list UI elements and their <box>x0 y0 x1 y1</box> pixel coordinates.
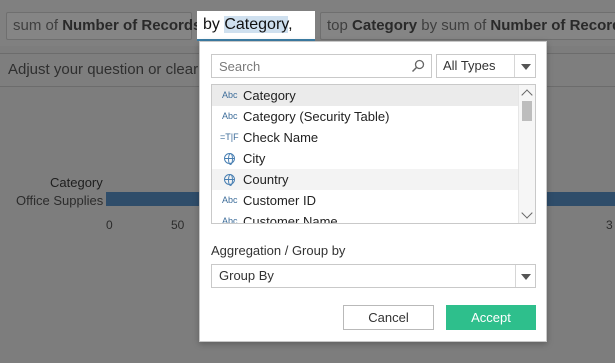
axis-tick: 0 <box>106 218 113 232</box>
field-name: Check Name <box>243 130 319 145</box>
scroll-up-icon[interactable] <box>521 89 533 101</box>
chevron-down-icon <box>521 64 531 70</box>
chip-prefix: top <box>327 17 353 34</box>
axis-tick: 3 <box>606 218 613 232</box>
aggregation-label: Aggregation / Group by <box>211 243 346 258</box>
chip-field: Number of Records <box>62 17 202 34</box>
string-type-icon: Abc <box>222 90 238 100</box>
input-field-highlight: Category <box>224 16 289 33</box>
aggregation-value: Group By <box>219 268 274 283</box>
list-item[interactable]: Abc Customer ID <box>212 190 519 211</box>
field-name: Category (Security Table) <box>243 109 390 124</box>
search-input[interactable] <box>212 55 402 77</box>
chip-measure: Number of Records <box>490 17 615 34</box>
aggregation-select[interactable]: Group By <box>211 264 536 288</box>
string-type-icon: Abc <box>222 195 238 205</box>
field-picker-popup: All Types Abc Category Abc Category (Sec… <box>199 41 547 342</box>
field-list: Abc Category Abc Category (Security Tabl… <box>211 84 536 224</box>
string-type-icon: Abc <box>222 111 238 121</box>
type-filter-value: All Types <box>443 58 496 73</box>
input-prefix: by <box>203 16 225 33</box>
scroll-thumb[interactable] <box>522 101 532 121</box>
field-name: City <box>243 151 266 166</box>
chip-sum-of-records[interactable]: sum of Number of Records <box>6 12 201 40</box>
question-input[interactable]: by Category, <box>197 11 315 41</box>
input-suffix: , <box>288 16 293 33</box>
axis-tick: 50 <box>171 218 185 232</box>
list-item[interactable]: City <box>212 148 519 169</box>
scroll-down-icon[interactable] <box>521 207 533 219</box>
search-box[interactable] <box>211 54 432 78</box>
boolean-type-icon: =T|F <box>220 132 239 142</box>
type-filter-select[interactable]: All Types <box>436 54 536 78</box>
field-name: Country <box>243 172 289 187</box>
dropdown-divider <box>514 55 515 77</box>
field-name: Category <box>243 88 296 103</box>
chip-field: Category <box>352 17 418 34</box>
list-item[interactable]: Abc Category <box>212 85 519 106</box>
cancel-button[interactable]: Cancel <box>343 305 434 330</box>
chip-top-category[interactable]: top Category by sum of Number of Records <box>320 12 615 40</box>
search-icon[interactable] <box>411 59 425 73</box>
list-item[interactable]: Abc Customer Name <box>212 211 519 224</box>
list-scrollbar[interactable] <box>518 85 535 223</box>
list-item[interactable]: Country <box>212 169 519 190</box>
field-name: Customer Name <box>243 214 338 224</box>
string-type-icon: Abc <box>222 216 238 224</box>
field-name: Customer ID <box>243 193 316 208</box>
axis-title: Category <box>50 175 103 190</box>
list-item[interactable]: =T|F Check Name <box>212 127 519 148</box>
chip-mid: by sum of <box>417 17 491 34</box>
accept-button[interactable]: Accept <box>446 305 536 330</box>
globe-icon <box>224 174 235 186</box>
row-label: Office Supplies <box>16 193 104 208</box>
list-item[interactable]: Abc Category (Security Table) <box>212 106 519 127</box>
chevron-down-icon <box>521 274 531 280</box>
dropdown-divider <box>515 265 516 287</box>
globe-icon <box>224 153 235 165</box>
chip-prefix: sum of <box>13 17 63 34</box>
